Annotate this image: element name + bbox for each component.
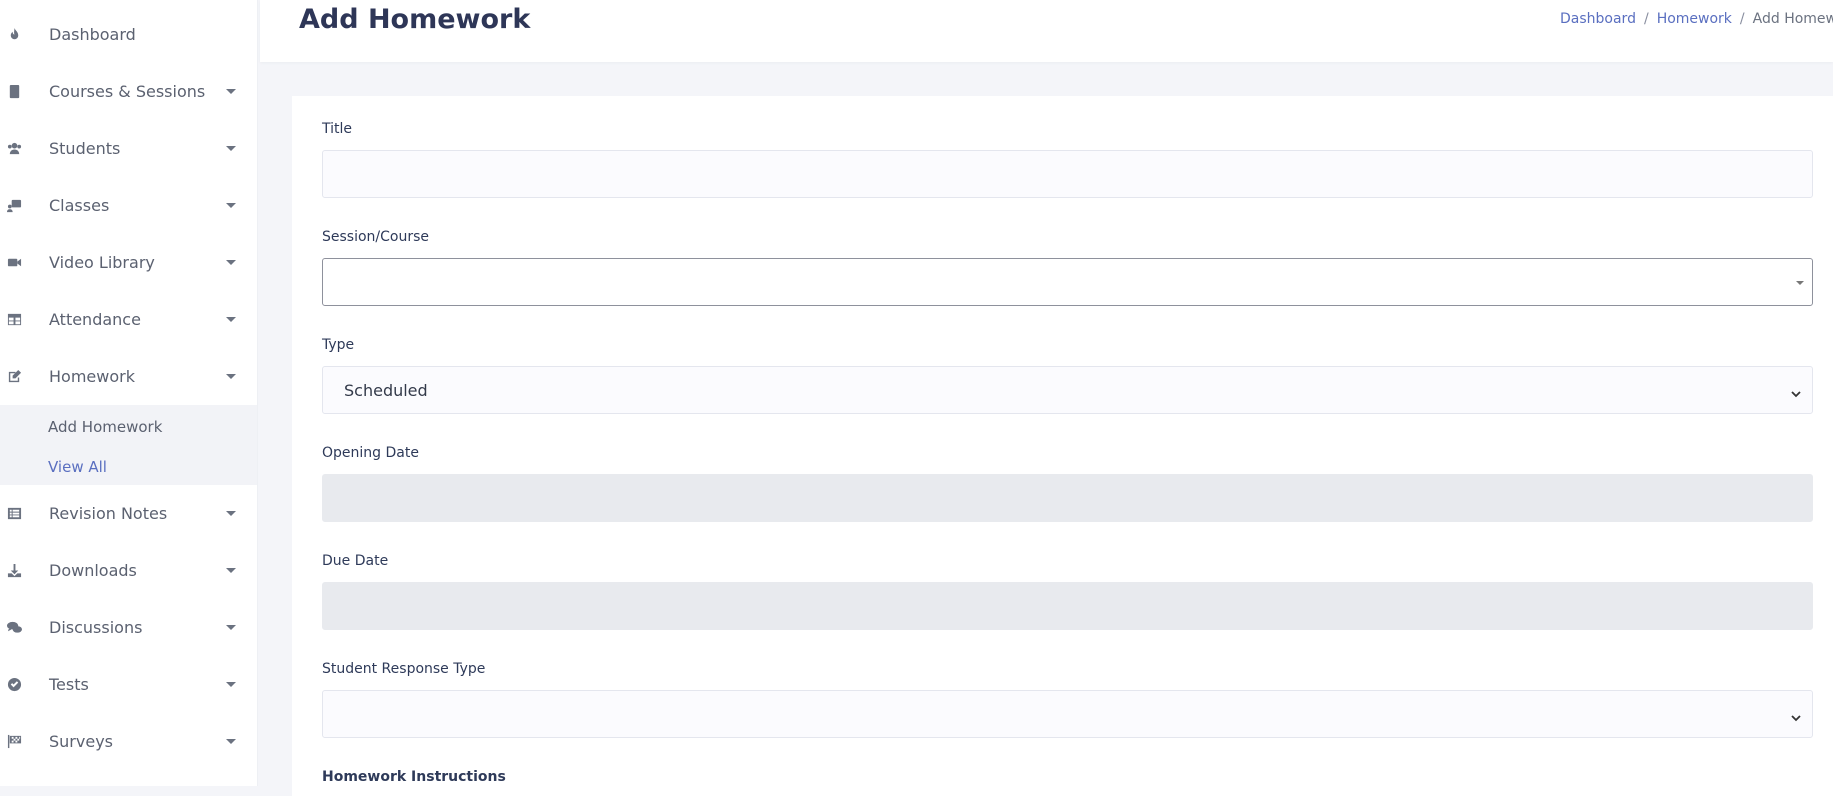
breadcrumb-separator: / bbox=[1739, 11, 1745, 27]
caret-down-icon bbox=[226, 624, 236, 630]
opening-date-label: Opening Date bbox=[322, 445, 419, 461]
sidebar-item-students[interactable]: Students bbox=[0, 128, 257, 168]
student-response-type-label: Student Response Type bbox=[322, 661, 486, 677]
sidebar-item-label: Tests bbox=[49, 674, 89, 694]
comments-icon bbox=[6, 619, 22, 635]
sidebar-item-revision-notes[interactable]: Revision Notes bbox=[0, 493, 257, 533]
breadcrumb-dashboard-link[interactable]: Dashboard bbox=[1560, 11, 1636, 27]
sidebar-item-label: Courses & Sessions bbox=[49, 81, 206, 101]
sidebar-item-attendance[interactable]: Attendance bbox=[0, 299, 257, 339]
page-title: Add Homework bbox=[299, 4, 531, 35]
type-label: Type bbox=[322, 337, 355, 353]
chalkboard-teacher-icon bbox=[6, 197, 22, 213]
sidebar-item-label: Dashboard bbox=[49, 24, 136, 44]
edit-icon bbox=[6, 368, 22, 384]
sidebar-item-label: Classes bbox=[49, 195, 110, 215]
caret-down-icon bbox=[226, 681, 236, 687]
submenu-item-add-homework[interactable]: Add Homework bbox=[48, 418, 162, 436]
users-icon bbox=[6, 140, 22, 156]
sidebar-item-label: Discussions bbox=[49, 617, 143, 637]
fire-icon bbox=[6, 26, 22, 42]
sidebar-item-label: Video Library bbox=[49, 252, 155, 272]
flag-checkered-icon bbox=[6, 733, 22, 749]
submenu-item-view-all[interactable]: View All bbox=[48, 458, 107, 476]
opening-date-input[interactable] bbox=[322, 474, 1813, 522]
due-date-input[interactable] bbox=[322, 582, 1813, 630]
title-label: Title bbox=[322, 121, 353, 137]
breadcrumb-current: Add Homework bbox=[1752, 11, 1833, 27]
chevron-down-icon bbox=[1790, 709, 1802, 722]
type-select[interactable]: Scheduled bbox=[322, 366, 1813, 414]
sidebar: Dashboard Courses & Sessions Students Cl… bbox=[0, 0, 258, 786]
type-value: Scheduled bbox=[344, 381, 428, 400]
chevron-down-icon bbox=[1790, 385, 1802, 398]
video-icon bbox=[6, 254, 22, 270]
sidebar-item-dashboard[interactable]: Dashboard bbox=[0, 14, 257, 54]
sidebar-item-label: Students bbox=[49, 138, 121, 158]
caret-down-icon bbox=[226, 202, 236, 208]
caret-down-icon bbox=[226, 316, 236, 322]
student-response-type-select[interactable] bbox=[322, 690, 1813, 738]
caret-down-icon bbox=[1796, 281, 1804, 285]
due-date-label: Due Date bbox=[322, 553, 389, 569]
list-icon bbox=[6, 505, 22, 521]
page-header: Add Homework Dashboard / Homework / Add Home… bbox=[260, 0, 1833, 62]
book-icon bbox=[6, 83, 22, 99]
sidebar-item-label: Attendance bbox=[49, 309, 141, 329]
title-input[interactable] bbox=[322, 150, 1813, 198]
caret-down-icon bbox=[226, 738, 236, 744]
caret-down-icon bbox=[226, 567, 236, 573]
download-icon bbox=[6, 562, 22, 578]
homework-submenu bbox=[0, 405, 257, 485]
session-course-select[interactable] bbox=[322, 258, 1813, 306]
sidebar-item-tests[interactable]: Tests bbox=[0, 664, 257, 704]
sidebar-item-label: Homework bbox=[49, 366, 135, 386]
breadcrumb-separator: / bbox=[1643, 11, 1649, 27]
homework-instructions-label: Homework Instructions bbox=[322, 769, 506, 785]
sidebar-item-label: Downloads bbox=[49, 560, 137, 580]
caret-down-icon bbox=[226, 88, 236, 94]
breadcrumb: Dashboard / Homework / Add Homework bbox=[1560, 11, 1833, 27]
check-circle-icon bbox=[6, 676, 22, 692]
breadcrumb-homework-link[interactable]: Homework bbox=[1657, 11, 1732, 27]
caret-down-icon bbox=[226, 373, 236, 379]
sidebar-item-video-library[interactable]: Video Library bbox=[0, 242, 257, 282]
sidebar-item-discussions[interactable]: Discussions bbox=[0, 607, 257, 647]
sidebar-item-label: Surveys bbox=[49, 731, 113, 751]
sidebar-item-label: Revision Notes bbox=[49, 503, 168, 523]
sidebar-item-classes[interactable]: Classes bbox=[0, 185, 257, 225]
sidebar-item-downloads[interactable]: Downloads bbox=[0, 550, 257, 590]
session-course-label: Session/Course bbox=[322, 229, 430, 245]
caret-down-icon bbox=[226, 259, 236, 265]
caret-down-icon bbox=[226, 145, 236, 151]
table-icon bbox=[6, 311, 22, 327]
sidebar-item-courses-sessions[interactable]: Courses & Sessions bbox=[0, 71, 257, 111]
sidebar-item-homework[interactable]: Homework bbox=[0, 356, 257, 396]
sidebar-item-surveys[interactable]: Surveys bbox=[0, 721, 257, 761]
caret-down-icon bbox=[226, 510, 236, 516]
